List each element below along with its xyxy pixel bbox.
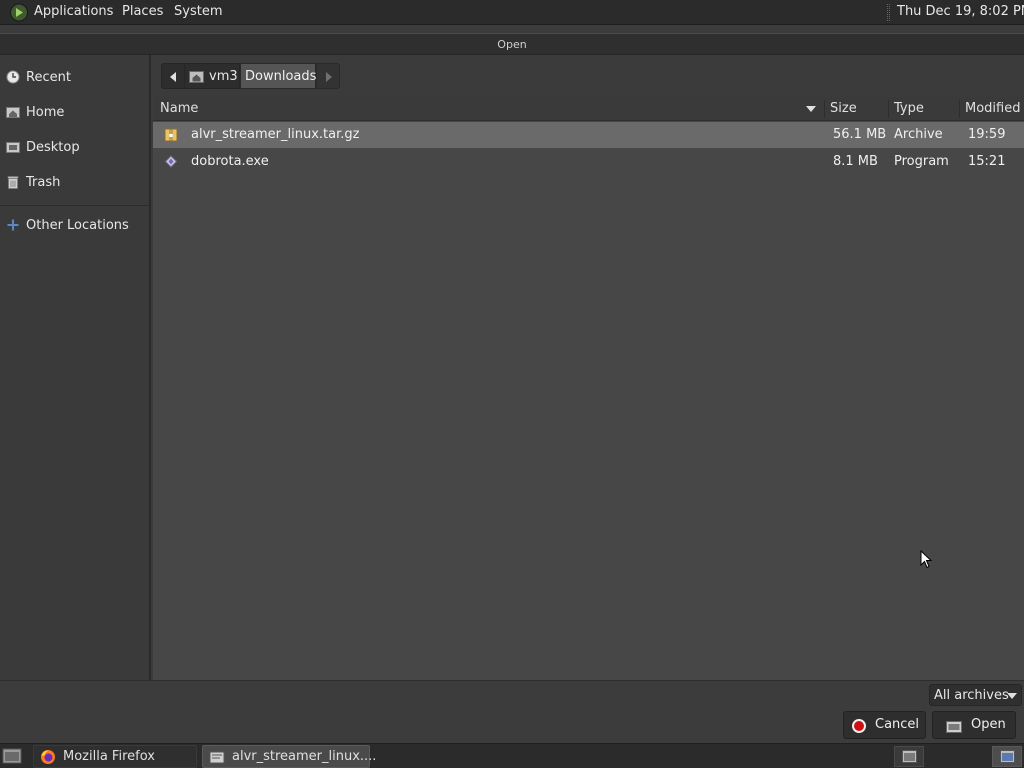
- breadcrumb-label: Downloads: [245, 69, 317, 84]
- file-list[interactable]: Name Size Type Modified alvr_streamer_li…: [153, 97, 1024, 680]
- taskbar-item-firefox[interactable]: Mozilla Firefox: [33, 745, 197, 768]
- open-folder-icon: [946, 721, 962, 733]
- file-size: 56.1 MB: [833, 127, 887, 142]
- clock[interactable]: Thu Dec 19, 8:02 PM: [897, 4, 1024, 19]
- mate-logo-icon[interactable]: [9, 3, 29, 22]
- places-sidebar: Recent Home Desktop Trash Other Location…: [0, 55, 151, 680]
- file-type: Archive: [894, 127, 943, 142]
- show-desktop-icon[interactable]: [2, 747, 22, 765]
- list-header: Name Size Type Modified: [153, 97, 1024, 121]
- file-name: alvr_streamer_linux.tar.gz: [191, 127, 360, 142]
- home-folder-icon: [189, 71, 204, 83]
- desktop-folder-icon: [6, 142, 20, 153]
- sidebar-divider: [0, 205, 149, 206]
- sidebar-item-label: Other Locations: [26, 218, 129, 233]
- dialog-title: Open: [497, 38, 527, 51]
- file-row[interactable]: dobrota.exe 8.1 MB Program 15:21: [153, 149, 1024, 175]
- path-forward-button[interactable]: [316, 63, 340, 89]
- column-header-type[interactable]: Type: [894, 97, 924, 121]
- firefox-icon: [41, 750, 55, 764]
- file-dialog-icon: [209, 751, 225, 764]
- window-icon: [1000, 750, 1015, 763]
- chevron-right-icon: [326, 72, 332, 82]
- sidebar-item-desktop[interactable]: Desktop: [0, 133, 149, 163]
- dialog-title-bar[interactable]: Open: [0, 33, 1024, 55]
- mouse-cursor-icon: [920, 550, 932, 569]
- window-icon: [902, 750, 917, 763]
- dialog-footer: All archives Cancel Open: [0, 680, 1024, 742]
- applications-menu[interactable]: Applications: [34, 4, 113, 19]
- home-folder-icon: [6, 107, 20, 118]
- open-button[interactable]: Open: [932, 711, 1016, 739]
- workspace-2[interactable]: [992, 746, 1022, 767]
- recent-icon: [6, 70, 20, 84]
- sidebar-item-other-locations[interactable]: Other Locations: [0, 211, 149, 241]
- path-bar: vm3 Downloads: [153, 55, 1024, 97]
- cancel-icon: [852, 719, 866, 733]
- plus-icon: [7, 219, 19, 231]
- taskbar: Mozilla Firefox alvr_streamer_linux....: [0, 743, 1024, 768]
- system-menu[interactable]: System: [174, 4, 222, 19]
- breadcrumb-downloads[interactable]: Downloads: [240, 63, 316, 89]
- column-header-name[interactable]: Name: [160, 97, 198, 121]
- chevron-left-icon: [170, 72, 176, 82]
- panel-separator: [887, 4, 890, 21]
- taskbar-item-label: Mozilla Firefox: [63, 749, 155, 764]
- sidebar-item-home[interactable]: Home: [0, 98, 149, 128]
- file-modified: 15:21: [968, 154, 1006, 169]
- sidebar-item-label: Recent: [26, 70, 71, 85]
- file-row[interactable]: alvr_streamer_linux.tar.gz 56.1 MB Archi…: [153, 122, 1024, 148]
- sidebar-item-recent[interactable]: Recent: [0, 63, 149, 93]
- column-separator[interactable]: [824, 100, 825, 118]
- cancel-button-label: Cancel: [875, 717, 920, 732]
- sidebar-item-trash[interactable]: Trash: [0, 168, 149, 198]
- sidebar-item-label: Home: [26, 105, 65, 120]
- places-menu[interactable]: Places: [122, 4, 163, 19]
- file-filter-dropdown[interactable]: All archives: [929, 684, 1022, 706]
- column-separator[interactable]: [959, 100, 960, 118]
- workspace-1[interactable]: [894, 746, 924, 767]
- file-modified: 19:59: [968, 127, 1006, 142]
- file-size: 8.1 MB: [833, 154, 878, 169]
- top-panel: Applications Places System Thu Dec 19, 8…: [0, 0, 1024, 25]
- column-header-size[interactable]: Size: [830, 97, 857, 121]
- column-separator[interactable]: [888, 100, 889, 118]
- column-header-modified[interactable]: Modified: [965, 97, 1020, 121]
- file-filter-label: All archives: [934, 688, 1009, 703]
- archive-icon: [164, 128, 178, 142]
- sidebar-item-label: Trash: [26, 175, 61, 190]
- open-button-label: Open: [971, 717, 1006, 732]
- path-back-button[interactable]: [161, 63, 185, 89]
- taskbar-item-file-dialog[interactable]: alvr_streamer_linux....: [202, 745, 376, 768]
- chevron-down-icon: [1007, 693, 1017, 699]
- breadcrumb-label: vm3: [209, 69, 238, 84]
- trash-icon: [7, 176, 19, 189]
- sort-descending-icon[interactable]: [806, 106, 816, 112]
- cancel-button[interactable]: Cancel: [843, 711, 926, 739]
- executable-icon: [164, 155, 178, 168]
- sidebar-item-label: Desktop: [26, 140, 80, 155]
- breadcrumb-home[interactable]: vm3: [185, 63, 240, 89]
- file-name: dobrota.exe: [191, 154, 269, 169]
- taskbar-item-label: alvr_streamer_linux....: [232, 749, 377, 764]
- file-type: Program: [894, 154, 949, 169]
